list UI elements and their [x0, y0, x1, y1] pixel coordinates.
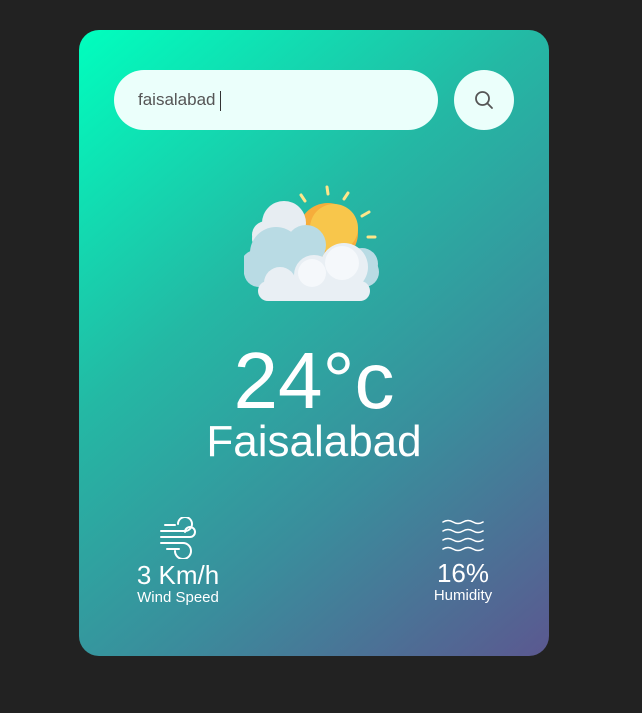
temperature-value: 24°c: [233, 336, 395, 425]
wind-speed-value: 3 Km/h: [136, 560, 220, 590]
text-caret: [220, 91, 221, 111]
humidity-value: 16%: [436, 558, 490, 588]
city-name: Faisalabad: [206, 417, 422, 466]
wind-speed-label: Wind Speed: [137, 589, 219, 606]
humidity-block: 16% Humidity: [408, 517, 518, 605]
wind-speed-block: 3 Km/h Wind Speed: [123, 517, 233, 607]
partly-cloudy-icon: [244, 185, 379, 301]
weather-card: 24°c Faisalabad 3 Km/h Wind Speed 16% Hu…: [79, 30, 549, 656]
search-input[interactable]: [114, 70, 438, 130]
humidity-icon: [442, 519, 484, 552]
search-icon: [475, 91, 493, 109]
humidity-label: Humidity: [433, 587, 493, 604]
search-button[interactable]: [454, 70, 514, 130]
wind-icon: [160, 517, 196, 559]
